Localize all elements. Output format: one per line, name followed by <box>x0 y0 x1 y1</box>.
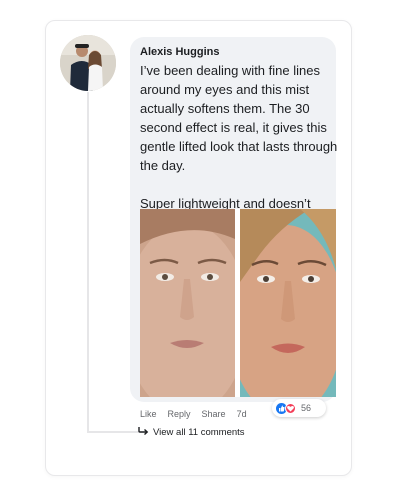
after-photo <box>240 209 336 397</box>
love-icon <box>285 402 296 414</box>
comment-timestamp[interactable]: 7d <box>237 409 247 419</box>
view-all-comments-label: View all 11 comments <box>153 427 245 438</box>
reactions-summary[interactable]: 56 <box>272 399 326 417</box>
share-button[interactable]: Share <box>202 409 226 419</box>
thread-elbow <box>87 431 139 433</box>
comment-paragraph: I’ve been dealing with fine lines around… <box>140 63 338 173</box>
like-button[interactable]: Like <box>140 409 157 419</box>
reaction-count: 56 <box>301 403 312 413</box>
reply-arrow-icon <box>138 426 149 439</box>
before-after-photo[interactable] <box>140 209 336 397</box>
comment-text: I’ve been dealing with fine lines around… <box>140 61 340 232</box>
before-photo <box>140 209 235 397</box>
thread-line <box>87 92 89 432</box>
view-all-comments-link[interactable]: View all 11 comments <box>138 426 245 439</box>
avatar-photo <box>60 35 116 91</box>
avatar[interactable] <box>60 35 116 91</box>
comment-actions: Like Reply Share 7d <box>140 409 258 419</box>
reply-button[interactable]: Reply <box>168 409 191 419</box>
comment-author[interactable]: Alexis Huggins <box>140 46 219 58</box>
